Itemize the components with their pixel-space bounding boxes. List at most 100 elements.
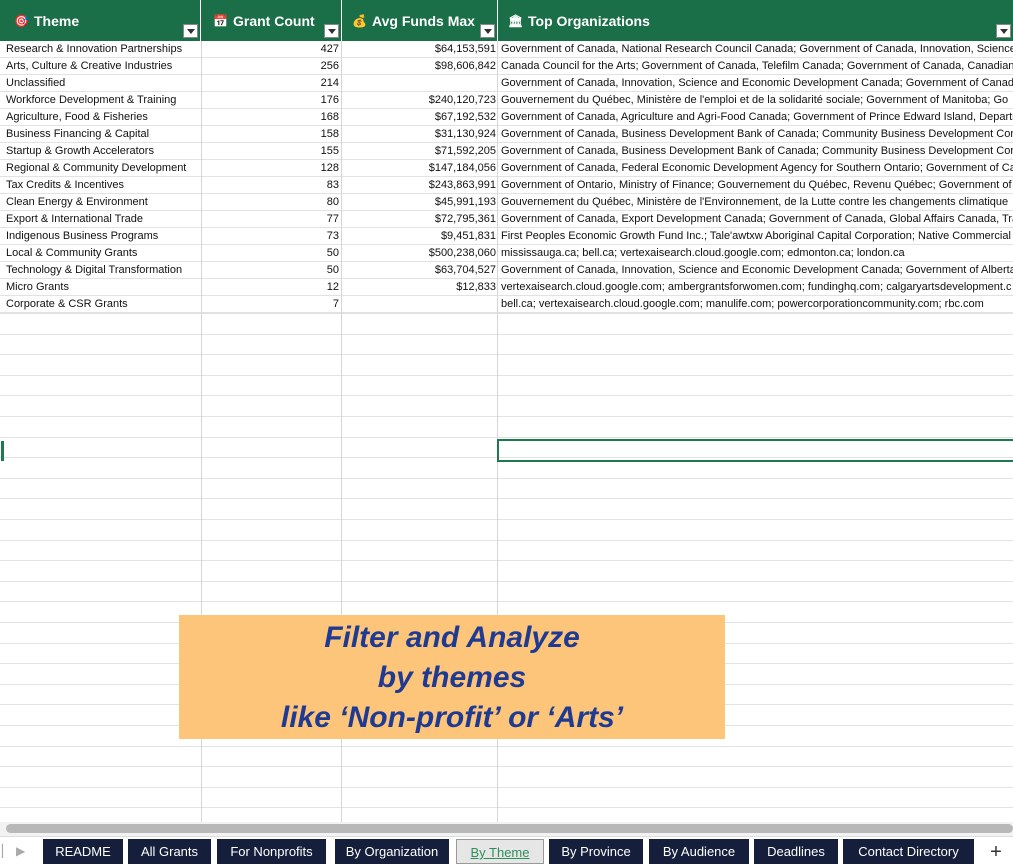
- top-organizations-cell[interactable]: Government of Canada, Innovation, Scienc…: [501, 262, 1013, 279]
- table-row[interactable]: Technology & Digital Transformation 50 $63…: [0, 262, 1013, 279]
- top-organizations-cell[interactable]: vertexaisearch.cloud.google.com; ambergr…: [501, 279, 1013, 296]
- grant-count-cell[interactable]: 176: [202, 92, 339, 109]
- grant-count-cell[interactable]: 77: [202, 211, 339, 228]
- top-organizations-cell[interactable]: Government of Canada, Agriculture and Ag…: [501, 109, 1013, 126]
- top-organizations-cell[interactable]: Government of Ontario, Ministry of Finan…: [501, 177, 1013, 194]
- table-row[interactable]: Local & Community Grants 50 $500,238,060 mi…: [0, 245, 1013, 262]
- theme-cell[interactable]: Technology & Digital Transformation: [6, 262, 200, 279]
- grant-count-cell[interactable]: 50: [202, 245, 339, 262]
- theme-cell[interactable]: Agriculture, Food & Fisheries: [6, 109, 200, 126]
- avg-funds-cell[interactable]: $45,991,193: [342, 194, 496, 211]
- grant-count-cell[interactable]: 12: [202, 279, 339, 296]
- theme-cell[interactable]: Local & Community Grants: [6, 245, 200, 262]
- table-row[interactable]: Arts, Culture & Creative Industries 256 $9…: [0, 58, 1013, 75]
- theme-cell[interactable]: Clean Energy & Environment: [6, 194, 200, 211]
- avg-funds-cell[interactable]: $63,704,527: [342, 262, 496, 279]
- avg-funds-cell[interactable]: $71,592,205: [342, 143, 496, 160]
- theme-cell[interactable]: Workforce Development & Training: [6, 92, 200, 109]
- tab-by-theme[interactable]: By Theme: [456, 839, 544, 864]
- grant-count-cell[interactable]: 50: [202, 262, 339, 279]
- theme-cell[interactable]: Tax Credits & Incentives: [6, 177, 200, 194]
- theme-cell[interactable]: Corporate & CSR Grants: [6, 296, 200, 313]
- avg-funds-cell[interactable]: $500,238,060: [342, 245, 496, 262]
- theme-cell[interactable]: Business Financing & Capital: [6, 126, 200, 143]
- grant-count-cell[interactable]: 80: [202, 194, 339, 211]
- tab-by-audience[interactable]: By Audience: [649, 839, 749, 864]
- table-row[interactable]: Unclassified 214 Government of Canada, Inn…: [0, 75, 1013, 92]
- table-row[interactable]: Research & Innovation Partnerships 427 $64…: [0, 41, 1013, 58]
- grant-count-cell[interactable]: 155: [202, 143, 339, 160]
- header-top-organizations[interactable]: 🏛 Top Organizations: [498, 0, 1013, 41]
- top-organizations-cell[interactable]: First Peoples Economic Growth Fund Inc.;…: [501, 228, 1013, 245]
- header-theme[interactable]: 🎯 Theme: [0, 0, 201, 41]
- tab-deadlines[interactable]: Deadlines: [754, 839, 838, 864]
- theme-cell[interactable]: Indigenous Business Programs: [6, 228, 200, 245]
- filter-avg-funds-button[interactable]: [480, 24, 495, 38]
- table-row[interactable]: Indigenous Business Programs 73 $9,451,831…: [0, 228, 1013, 245]
- tab-all-grants[interactable]: All Grants: [128, 839, 211, 864]
- avg-funds-cell[interactable]: $98,606,842: [342, 58, 496, 75]
- theme-cell[interactable]: Micro Grants: [6, 279, 200, 296]
- grant-count-cell[interactable]: 427: [202, 41, 339, 58]
- avg-funds-cell[interactable]: $9,451,831: [342, 228, 496, 245]
- scrollbar-thumb[interactable]: [6, 824, 1013, 833]
- grant-count-cell[interactable]: 168: [202, 109, 339, 126]
- table-row[interactable]: Startup & Growth Accelerators 155 $71,592,…: [0, 143, 1013, 160]
- scroll-right-icon[interactable]: ▶: [16, 844, 25, 858]
- theme-cell[interactable]: Startup & Growth Accelerators: [6, 143, 200, 160]
- table-row[interactable]: Workforce Development & Training 176 $240,…: [0, 92, 1013, 109]
- top-organizations-cell[interactable]: Gouvernement du Québec, Ministère de l'e…: [501, 92, 1013, 109]
- header-grant-count[interactable]: 📅 Grant Count: [201, 0, 342, 41]
- scroll-left-icon[interactable]: ▏: [2, 844, 11, 858]
- top-organizations-cell[interactable]: bell.ca; vertexaisearch.cloud.google.com…: [501, 296, 1013, 313]
- add-sheet-button[interactable]: +: [985, 840, 1007, 864]
- grant-count-cell[interactable]: 158: [202, 126, 339, 143]
- table-row[interactable]: Agriculture, Food & Fisheries 168 $67,192,…: [0, 109, 1013, 126]
- avg-funds-cell[interactable]: [342, 75, 496, 92]
- avg-funds-cell[interactable]: $64,153,591: [342, 41, 496, 58]
- top-organizations-cell[interactable]: Government of Canada, Federal Economic D…: [501, 160, 1013, 177]
- top-organizations-cell[interactable]: Government of Canada, Business Developme…: [501, 126, 1013, 143]
- top-organizations-cell[interactable]: Government of Canada, Export Development…: [501, 211, 1013, 228]
- avg-funds-cell[interactable]: $243,863,991: [342, 177, 496, 194]
- avg-funds-cell[interactable]: $72,795,361: [342, 211, 496, 228]
- top-organizations-cell[interactable]: Canada Council for the Arts; Government …: [501, 58, 1013, 75]
- table-row[interactable]: Tax Credits & Incentives 83 $243,863,991 Go…: [0, 177, 1013, 194]
- top-organizations-cell[interactable]: Gouvernement du Québec, Ministère de l'E…: [501, 194, 1013, 211]
- avg-funds-cell[interactable]: $12,833: [342, 279, 496, 296]
- grant-count-cell[interactable]: 73: [202, 228, 339, 245]
- theme-cell[interactable]: Research & Innovation Partnerships: [6, 41, 200, 58]
- top-organizations-cell[interactable]: mississauga.ca; bell.ca; vertexaisearch.…: [501, 245, 1013, 262]
- grant-count-cell[interactable]: 256: [202, 58, 339, 75]
- tab-readme[interactable]: README: [43, 839, 123, 864]
- table-row[interactable]: Business Financing & Capital 158 $31,130,9…: [0, 126, 1013, 143]
- theme-cell[interactable]: Arts, Culture & Creative Industries: [6, 58, 200, 75]
- top-organizations-cell[interactable]: Government of Canada, Business Developme…: [501, 143, 1013, 160]
- tab-contact-directory[interactable]: Contact Directory: [843, 839, 974, 864]
- avg-funds-cell[interactable]: $240,120,723: [342, 92, 496, 109]
- table-row[interactable]: Regional & Community Development 128 $147,…: [0, 160, 1013, 177]
- avg-funds-cell[interactable]: $31,130,924: [342, 126, 496, 143]
- selected-cell[interactable]: [497, 439, 1013, 462]
- filter-grant-count-button[interactable]: [324, 24, 339, 38]
- table-row[interactable]: Micro Grants 12 $12,833 vertexaisearch.clou…: [0, 279, 1013, 296]
- tab-for-nonprofits[interactable]: For Nonprofits: [217, 839, 326, 864]
- table-row[interactable]: Export & International Trade 77 $72,795,36…: [0, 211, 1013, 228]
- header-avg-funds[interactable]: 💰 Avg Funds Max: [342, 0, 498, 41]
- theme-cell[interactable]: Export & International Trade: [6, 211, 200, 228]
- theme-cell[interactable]: Regional & Community Development: [6, 160, 200, 177]
- filter-top-organizations-button[interactable]: [996, 24, 1011, 38]
- table-row[interactable]: Corporate & CSR Grants 7 bell.ca; vertexai…: [0, 296, 1013, 313]
- theme-cell[interactable]: Unclassified: [6, 75, 200, 92]
- table-row[interactable]: Clean Energy & Environment 80 $45,991,193 G…: [0, 194, 1013, 211]
- grant-count-cell[interactable]: 83: [202, 177, 339, 194]
- avg-funds-cell[interactable]: $67,192,532: [342, 109, 496, 126]
- horizontal-scrollbar[interactable]: [0, 822, 1013, 836]
- top-organizations-cell[interactable]: Government of Canada, Innovation, Scienc…: [501, 75, 1013, 92]
- grant-count-cell[interactable]: 214: [202, 75, 339, 92]
- top-organizations-cell[interactable]: Government of Canada, National Research …: [501, 41, 1013, 58]
- avg-funds-cell[interactable]: $147,184,056: [342, 160, 496, 177]
- filter-theme-button[interactable]: [183, 24, 198, 38]
- grant-count-cell[interactable]: 7: [202, 296, 339, 313]
- avg-funds-cell[interactable]: [342, 296, 496, 313]
